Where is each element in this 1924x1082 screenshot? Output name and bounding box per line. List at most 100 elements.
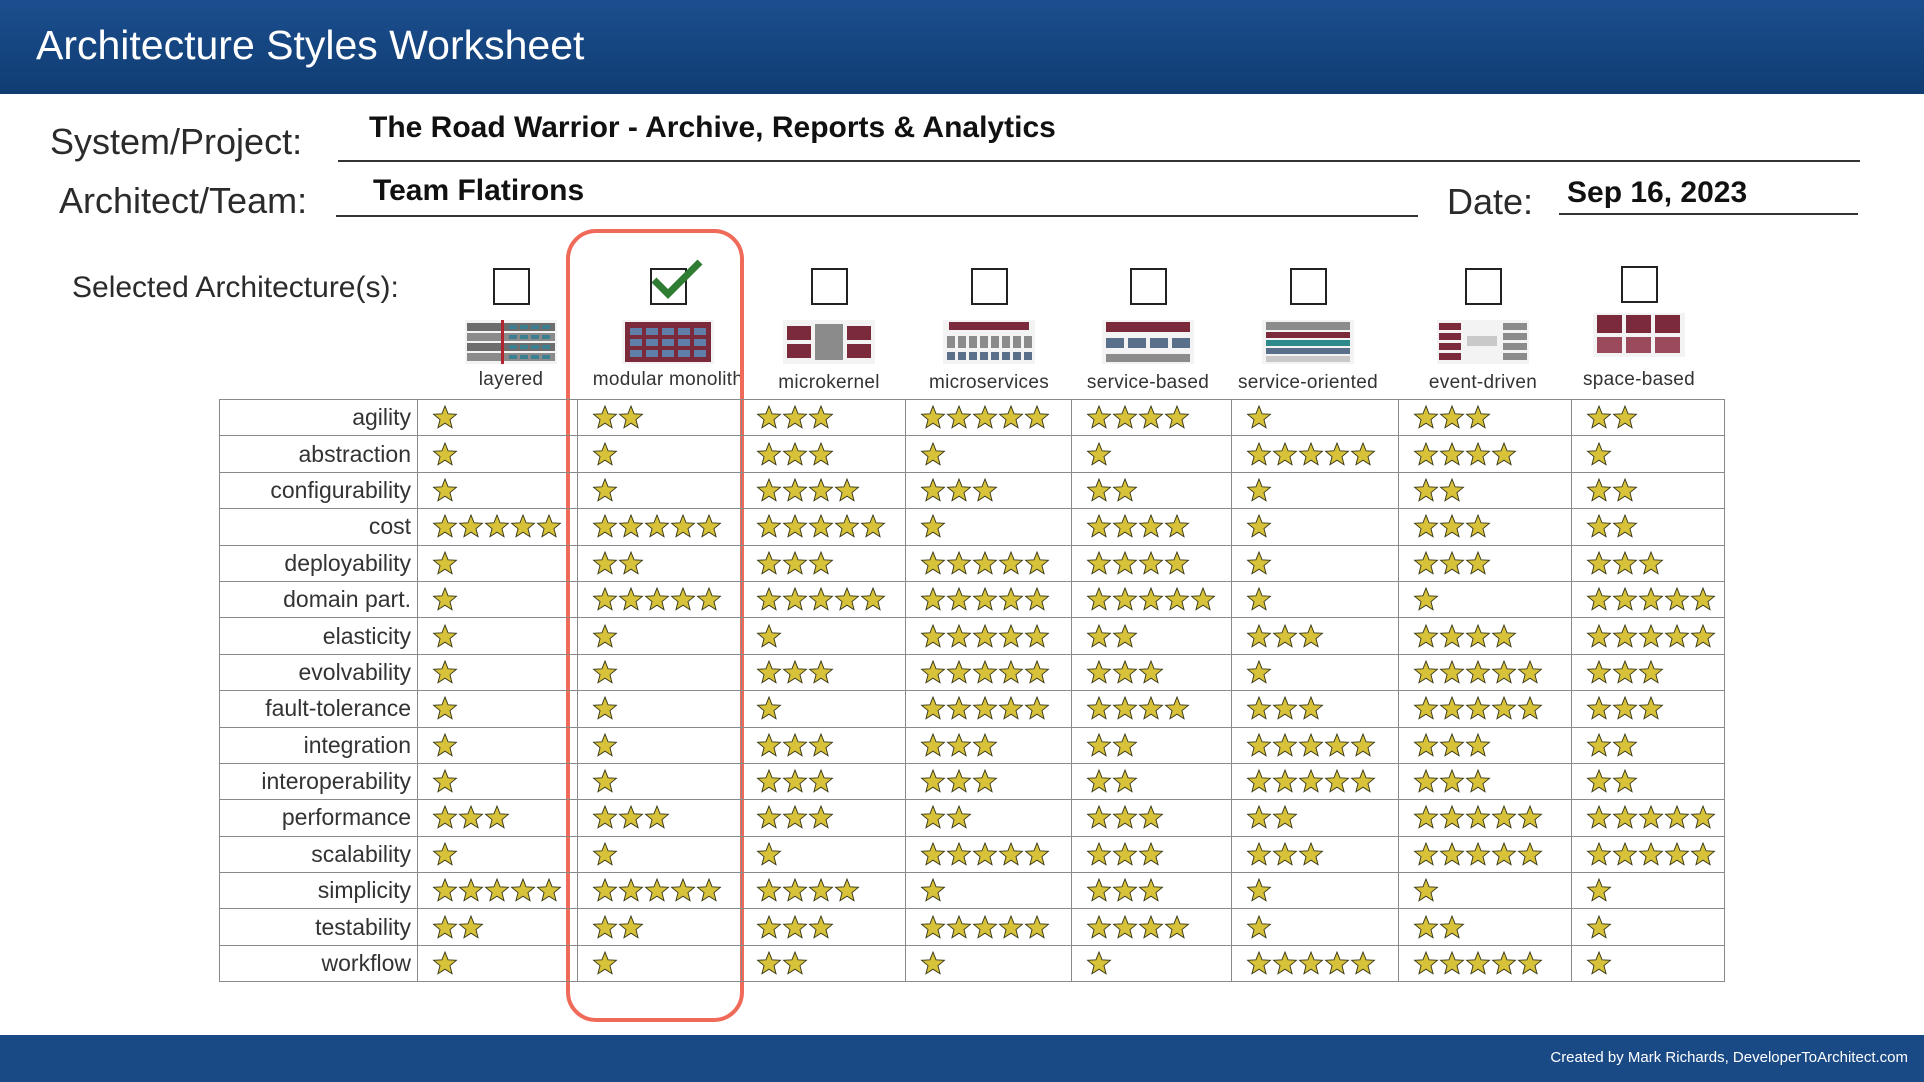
star-icon: [1086, 914, 1112, 939]
star-icon: [1272, 805, 1298, 830]
rating-cell-modular-monolith: [577, 690, 742, 728]
rating-cell-service-oriented: [1231, 471, 1399, 510]
rating-cell-service-based: [1071, 726, 1232, 764]
rating-cell-service-based: [1071, 398, 1232, 437]
rating-cell-layered: [417, 726, 578, 764]
star-rating: [592, 659, 618, 685]
star-icon: [1612, 550, 1638, 575]
star-icon: [1024, 405, 1050, 429]
rating-cell-modular-monolith: [577, 872, 742, 910]
characteristic-label: evolvability: [219, 653, 418, 692]
star-icon: [998, 659, 1024, 684]
star-icon: [1298, 696, 1324, 721]
star-icon: [592, 951, 618, 975]
star-icon: [1246, 769, 1272, 793]
rating-cell-microkernel: [741, 944, 906, 983]
star-icon: [756, 550, 782, 575]
checkbox-event-driven[interactable]: [1465, 268, 1502, 305]
star-icon: [1324, 951, 1350, 975]
date-value[interactable]: Sep 16, 2023: [1567, 176, 1747, 210]
star-rating: [1586, 477, 1638, 503]
rating-cell-microservices: [905, 544, 1072, 582]
star-icon: [920, 623, 946, 648]
rating-cell-space-based: [1571, 508, 1725, 546]
star-icon: [670, 587, 696, 611]
checkbox-service-oriented[interactable]: [1290, 268, 1327, 305]
star-icon: [920, 441, 946, 466]
checkbox-microkernel[interactable]: [811, 268, 848, 305]
checkbox-space-based[interactable]: [1621, 266, 1658, 303]
star-icon: [1138, 659, 1164, 684]
star-icon: [592, 659, 618, 684]
star-icon: [1086, 769, 1112, 793]
star-icon: [592, 769, 618, 793]
star-rating: [1246, 623, 1324, 649]
star-rating: [592, 514, 722, 539]
star-icon: [618, 914, 644, 939]
star-rating: [592, 914, 644, 940]
star-rating: [1586, 659, 1664, 685]
rating-cell-space-based: [1571, 435, 1725, 473]
star-icon: [808, 477, 834, 502]
star-rating: [1413, 550, 1491, 576]
star-rating: [1413, 477, 1465, 503]
star-icon: [432, 878, 458, 903]
star-icon: [998, 914, 1024, 939]
rating-cell-event-driven: [1398, 690, 1572, 728]
rating-cell-modular-monolith: [577, 835, 742, 874]
rating-cell-service-oriented: [1231, 544, 1399, 582]
star-icon: [946, 477, 972, 502]
star-icon: [432, 659, 458, 684]
star-rating: [1086, 914, 1190, 940]
star-icon: [1164, 914, 1190, 939]
rating-cell-space-based: [1571, 908, 1725, 946]
star-rating: [1246, 405, 1272, 430]
star-icon: [1298, 951, 1324, 975]
star-icon: [1586, 696, 1612, 721]
star-rating: [592, 587, 722, 612]
star-icon: [1246, 514, 1272, 539]
checkbox-modular-monolith[interactable]: [650, 259, 703, 305]
star-icon: [1439, 441, 1465, 466]
star-icon: [998, 623, 1024, 648]
star-rating: [432, 769, 458, 794]
star-rating: [1586, 405, 1638, 430]
star-icon: [1586, 623, 1612, 648]
star-icon: [808, 769, 834, 793]
star-icon: [808, 514, 834, 539]
star-rating: [1586, 550, 1664, 576]
architect-team-value[interactable]: Team Flatirons: [373, 174, 584, 208]
star-icon: [1612, 769, 1638, 793]
star-rating: [1086, 550, 1190, 576]
star-rating: [1586, 878, 1612, 903]
star-rating: [1413, 951, 1543, 976]
checkbox-service-based[interactable]: [1130, 268, 1167, 305]
star-icon: [920, 696, 946, 721]
star-rating: [1086, 769, 1138, 794]
checkbox-microservices[interactable]: [971, 268, 1008, 305]
rating-cell-space-based: [1571, 835, 1725, 874]
star-rating: [1413, 441, 1517, 467]
star-icon: [1413, 769, 1439, 793]
star-icon: [782, 587, 808, 611]
star-icon: [1272, 951, 1298, 975]
table-row: testability: [219, 908, 1725, 946]
rating-cell-layered: [417, 799, 578, 837]
star-rating: [920, 914, 1050, 940]
rating-cell-space-based: [1571, 580, 1725, 619]
star-icon: [1138, 841, 1164, 866]
star-icon: [1413, 405, 1439, 429]
star-icon: [1439, 696, 1465, 721]
star-icon: [756, 623, 782, 648]
star-icon: [782, 514, 808, 539]
checkbox-layered[interactable]: [493, 268, 530, 305]
star-icon: [1439, 550, 1465, 575]
table-row: simplicity: [219, 872, 1725, 910]
system-project-value[interactable]: The Road Warrior - Archive, Reports & An…: [369, 111, 1056, 145]
rating-cell-modular-monolith: [577, 544, 742, 582]
star-icon: [782, 550, 808, 575]
rating-cell-microkernel: [741, 435, 906, 473]
star-icon: [1086, 514, 1112, 539]
star-rating: [920, 623, 1050, 649]
star-icon: [1638, 550, 1664, 575]
